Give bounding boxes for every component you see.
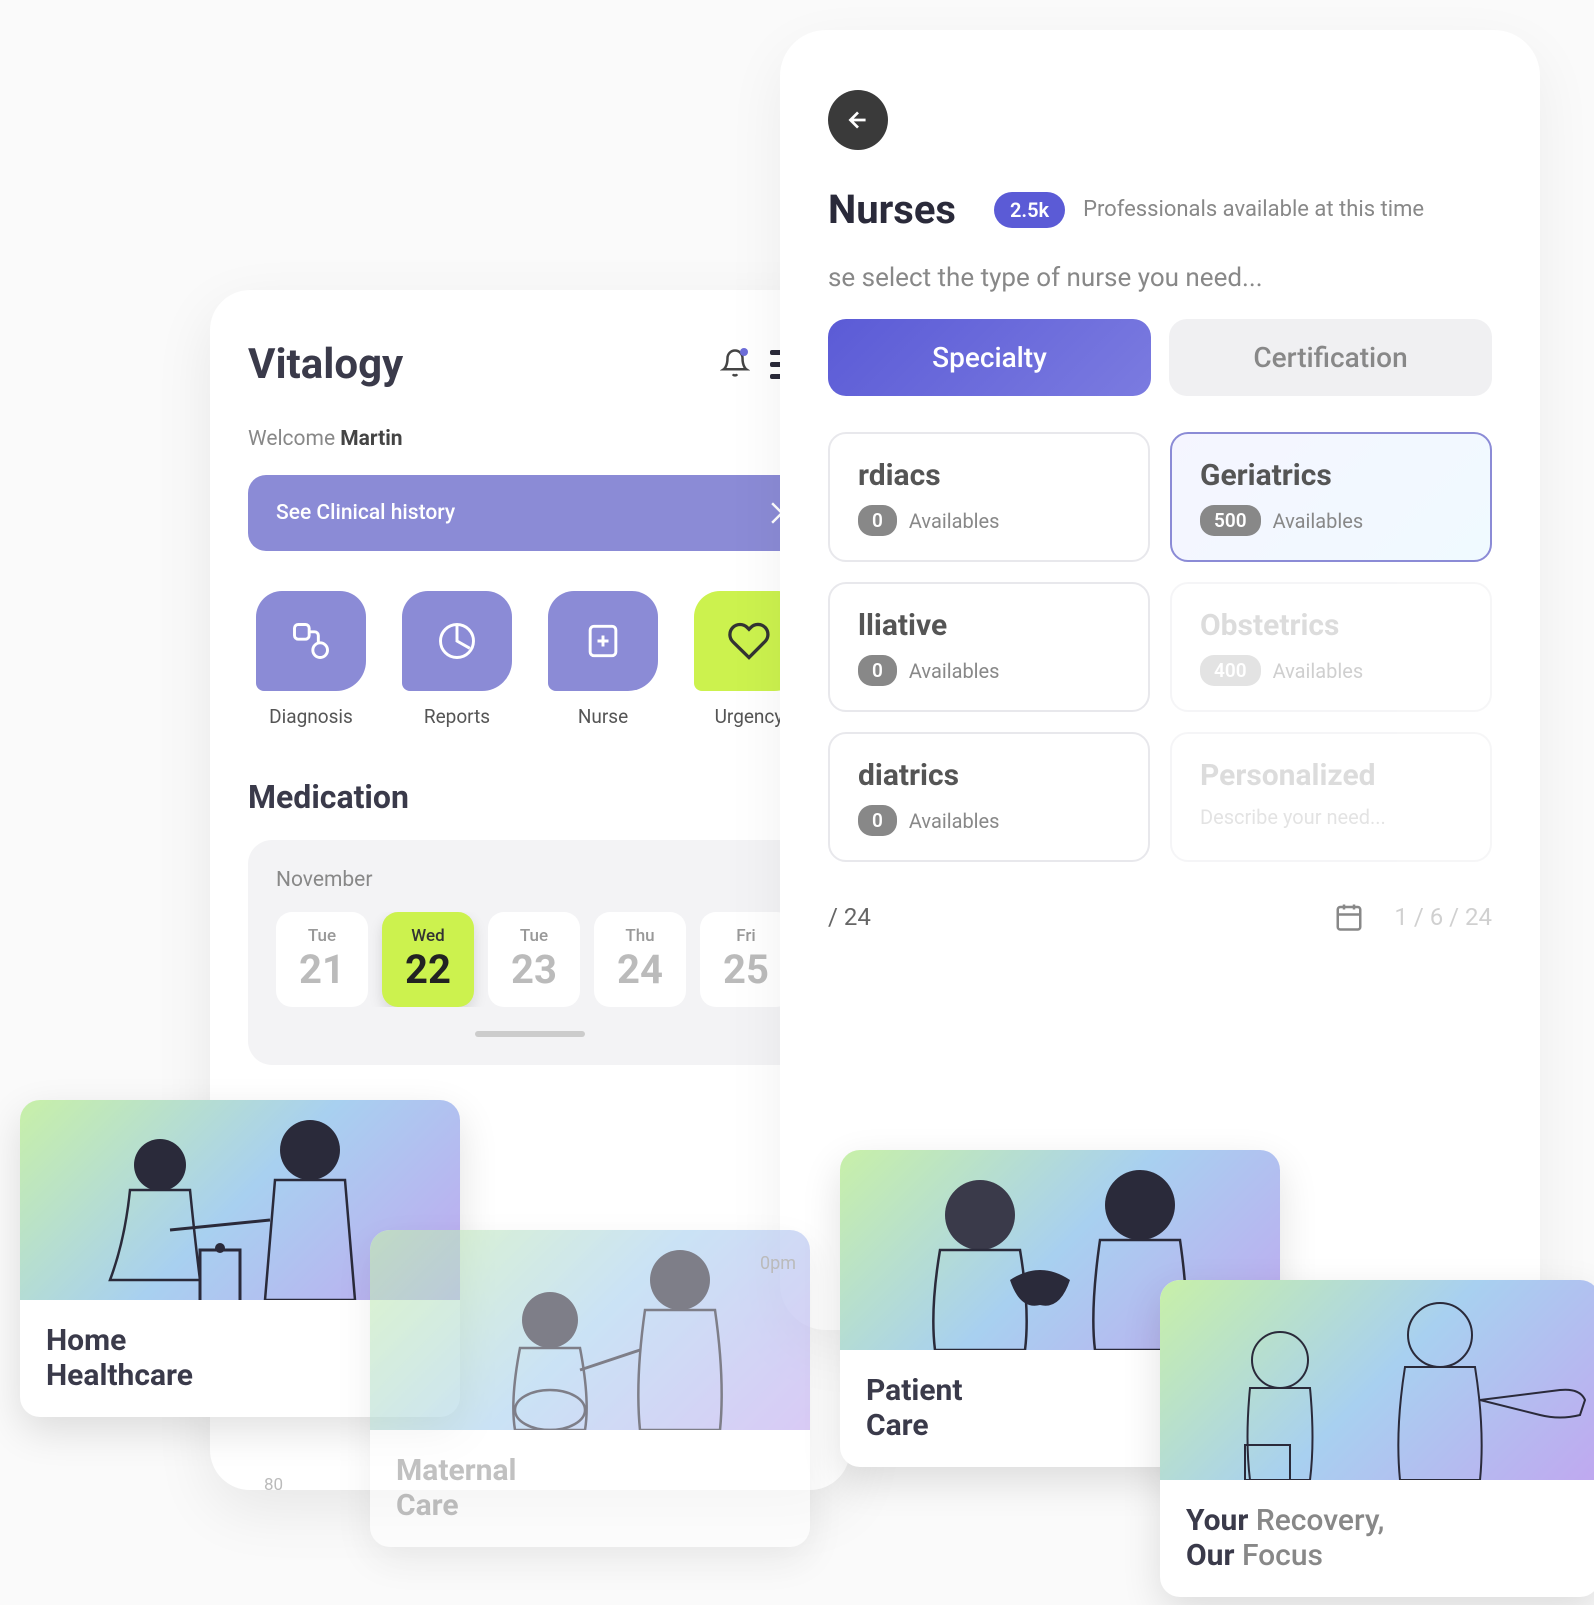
- nurses-app-screen: Nurses 2.5k Professionals available at t…: [780, 30, 1540, 1330]
- card-your-recovery[interactable]: Your Recovery, Our Focus: [1160, 1280, 1594, 1597]
- day-23[interactable]: Tue 23: [488, 912, 580, 1007]
- nurse-tile: [548, 591, 658, 691]
- stethoscope-icon: [289, 619, 333, 663]
- spec-palliative[interactable]: lliative 0Availables: [828, 582, 1150, 712]
- tab-specialty[interactable]: Specialty: [828, 319, 1151, 396]
- heart-icon: [727, 619, 771, 663]
- clinical-history-button[interactable]: See Clinical history: [248, 475, 812, 551]
- card-label: Your Recovery, Our Focus: [1160, 1480, 1594, 1597]
- arrow-left-icon: [845, 107, 871, 133]
- back-button[interactable]: [828, 90, 888, 150]
- count-badge: 2.5k: [994, 192, 1065, 228]
- dates-row: / 24 1 / 6 / 24: [828, 902, 1492, 932]
- quick-label: Reports: [394, 705, 520, 728]
- spec-obstetrics[interactable]: Obstetrics 400Availables: [1170, 582, 1492, 712]
- nurse-icon: [581, 619, 625, 663]
- card-maternal-care[interactable]: MaternalCare: [370, 1230, 810, 1547]
- spec-geriatrics-selected[interactable]: Geriatrics 500Availables: [1170, 432, 1492, 562]
- app-header: Vitalogy: [248, 340, 812, 389]
- count-text: Professionals available at this time: [1083, 197, 1424, 222]
- spec-personalized[interactable]: Personalized Describe your need...: [1170, 732, 1492, 862]
- date-end[interactable]: 1 / 6 / 24: [1394, 903, 1492, 931]
- quick-label: Diagnosis: [248, 705, 374, 728]
- reports-tile: [402, 591, 512, 691]
- spec-pediatrics[interactable]: diatrics 0Availables: [828, 732, 1150, 862]
- welcome-text: Welcome Martin: [248, 427, 812, 451]
- tabs-row: Specialty Certification: [828, 319, 1492, 396]
- pie-icon: [435, 619, 479, 663]
- page-title: Nurses: [828, 186, 956, 233]
- nurses-header: Nurses 2.5k Professionals available at t…: [828, 186, 1492, 233]
- quick-actions-grid: Diagnosis Reports Nurse: [248, 591, 812, 728]
- scroll-indicator[interactable]: [475, 1031, 585, 1037]
- quick-label: Nurse: [540, 705, 666, 728]
- month-label: November: [276, 868, 784, 892]
- select-prompt: se select the type of nurse you need...: [828, 263, 1492, 293]
- medication-calendar: November Tue 21 Wed 22 Tue 23 Thu 24 Fri…: [248, 840, 812, 1065]
- diagnosis-tile: [256, 591, 366, 691]
- notification-dot: [740, 348, 748, 356]
- day-25[interactable]: Fri 25: [700, 912, 784, 1007]
- card-label: MaternalCare: [370, 1430, 810, 1547]
- days-row[interactable]: Tue 21 Wed 22 Tue 23 Thu 24 Fri 25 2: [276, 912, 784, 1007]
- calendar-icon[interactable]: [1334, 902, 1364, 932]
- specialty-grid: rdiacs 0Availables Geriatrics 500Availab…: [828, 432, 1492, 862]
- recovery-illustration: [1160, 1280, 1594, 1480]
- spec-cardiacs[interactable]: rdiacs 0Availables: [828, 432, 1150, 562]
- day-21[interactable]: Tue 21: [276, 912, 368, 1007]
- notification-bell[interactable]: [720, 348, 750, 382]
- day-22-active[interactable]: Wed 22: [382, 912, 474, 1007]
- date-start[interactable]: / 24: [828, 903, 871, 931]
- axis-label-80: 80: [264, 1475, 283, 1495]
- maternal-illustration: [370, 1230, 810, 1430]
- day-24[interactable]: Thu 24: [594, 912, 686, 1007]
- tab-certification[interactable]: Certification: [1169, 319, 1492, 396]
- quick-nurse[interactable]: Nurse: [540, 591, 666, 728]
- quick-diagnosis[interactable]: Diagnosis: [248, 591, 374, 728]
- quick-reports[interactable]: Reports: [394, 591, 520, 728]
- app-title: Vitalogy: [248, 340, 403, 389]
- medication-heading: Medication: [248, 778, 812, 816]
- bpm-label: 0pm: [760, 1253, 796, 1274]
